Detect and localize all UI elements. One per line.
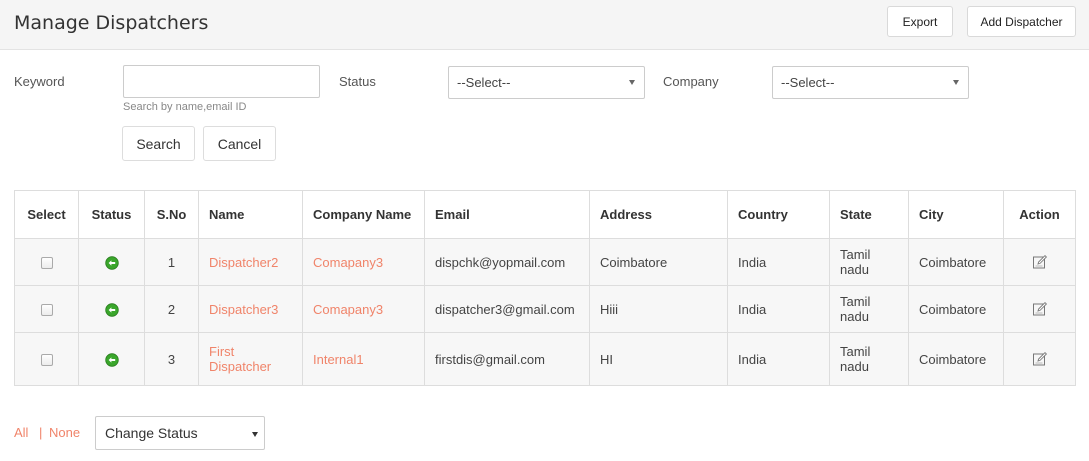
row-address: Hiii: [589, 285, 728, 333]
edit-icon[interactable]: [1032, 351, 1048, 367]
active-status-icon[interactable]: [104, 256, 119, 270]
company-select[interactable]: --Select--: [772, 66, 969, 99]
add-dispatcher-button[interactable]: Add Dispatcher: [967, 6, 1076, 37]
keyword-input[interactable]: [123, 65, 320, 98]
page-header: Manage Dispatchers Export Add Dispatcher: [0, 0, 1089, 50]
col-header-name: Name: [198, 190, 303, 239]
row-country: India: [727, 238, 830, 286]
cancel-button[interactable]: Cancel: [203, 126, 276, 161]
edit-icon[interactable]: [1032, 301, 1048, 317]
row-email: dispchk@yopmail.com: [424, 238, 590, 286]
dispatcher-name-link[interactable]: Dispatcher2: [209, 255, 278, 270]
row-select-checkbox[interactable]: [40, 257, 53, 270]
row-sno: 1: [144, 238, 199, 286]
company-select-value: --Select--: [781, 75, 835, 90]
keyword-hint: Search by name,email ID: [123, 101, 247, 113]
row-city: Coimbatore: [908, 332, 1004, 386]
caret-down-icon: [252, 432, 258, 437]
change-status-value: Change Status: [105, 425, 198, 441]
keyword-label: Keyword: [14, 74, 65, 89]
row-country: India: [727, 332, 830, 386]
row-state: Tamil nadu: [829, 332, 909, 386]
company-name-link[interactable]: Internal1: [313, 352, 364, 367]
col-header-action: Action: [1003, 190, 1076, 239]
row-email: dispatcher3@gmail.com: [424, 285, 590, 333]
status-select[interactable]: --Select--: [448, 66, 645, 99]
row-city: Coimbatore: [908, 285, 1004, 333]
col-header-address: Address: [589, 190, 728, 239]
search-button[interactable]: Search: [122, 126, 195, 161]
col-header-select: Select: [14, 190, 79, 239]
dispatcher-name-link[interactable]: Dispatcher3: [209, 302, 278, 317]
row-country: India: [727, 285, 830, 333]
active-status-icon[interactable]: [104, 353, 119, 367]
select-none-link[interactable]: None: [49, 425, 80, 440]
dispatchers-table: Select Status S.No Name Company Name Ema…: [14, 190, 1076, 386]
row-select-checkbox[interactable]: [40, 354, 53, 367]
page-title: Manage Dispatchers: [14, 12, 209, 34]
row-address: HI: [589, 332, 728, 386]
row-address: Coimbatore: [589, 238, 728, 286]
row-state: Tamil nadu: [829, 285, 909, 333]
export-button[interactable]: Export: [887, 6, 953, 37]
row-sno: 3: [144, 332, 199, 386]
row-city: Coimbatore: [908, 238, 1004, 286]
col-header-status: Status: [78, 190, 145, 239]
caret-down-icon: [629, 80, 635, 85]
table-row: 2 Dispatcher3 Comapany3 dispatcher3@gmai…: [14, 285, 1076, 333]
status-label: Status: [339, 74, 376, 89]
row-email: firstdis@gmail.com: [424, 332, 590, 386]
row-sno: 2: [144, 285, 199, 333]
row-state: Tamil nadu: [829, 238, 909, 286]
link-separator: |: [39, 425, 43, 440]
active-status-icon[interactable]: [104, 303, 119, 317]
table-row: 3 First Dispatcher Internal1 firstdis@gm…: [14, 332, 1076, 386]
col-header-email: Email: [424, 190, 590, 239]
change-status-select[interactable]: Change Status: [95, 416, 265, 450]
col-header-country: Country: [727, 190, 830, 239]
company-label: Company: [663, 74, 719, 89]
status-select-value: --Select--: [457, 75, 511, 90]
col-header-sno: S.No: [144, 190, 199, 239]
col-header-city: City: [908, 190, 1004, 239]
dispatcher-name-link[interactable]: First Dispatcher: [209, 344, 271, 374]
company-name-link[interactable]: Comapany3: [313, 255, 383, 270]
table-row: 1 Dispatcher2 Comapany3 dispchk@yopmail.…: [14, 238, 1076, 286]
row-select-checkbox[interactable]: [40, 304, 53, 317]
company-name-link[interactable]: Comapany3: [313, 302, 383, 317]
col-header-state: State: [829, 190, 909, 239]
table-header-row: Select Status S.No Name Company Name Ema…: [14, 190, 1076, 239]
caret-down-icon: [953, 80, 959, 85]
select-all-link[interactable]: All: [14, 425, 28, 440]
edit-icon[interactable]: [1032, 254, 1048, 270]
col-header-company: Company Name: [302, 190, 425, 239]
